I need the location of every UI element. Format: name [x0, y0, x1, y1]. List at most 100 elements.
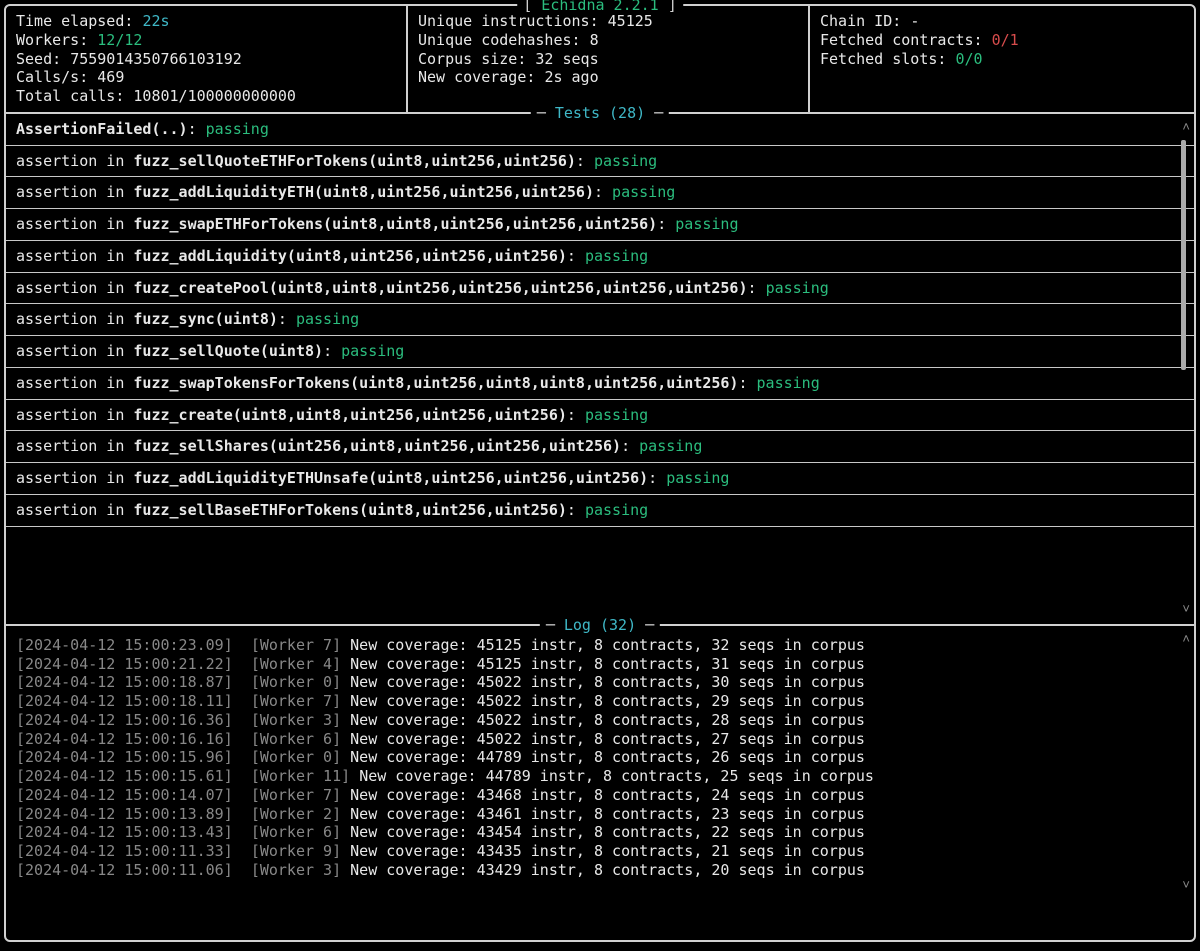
test-row[interactable]: assertion in fuzz_sellQuote(uint8): pass…	[6, 336, 1194, 368]
log-timestamp: [2024-04-12 15:00:14.07]	[16, 786, 251, 804]
corpus-value: 32 seqs	[535, 50, 598, 68]
seed-value: 7559014350766103192	[70, 50, 242, 68]
log-message: New coverage: 43468 instr, 8 contracts, …	[350, 786, 865, 804]
test-status: passing	[206, 120, 269, 138]
test-row[interactable]: assertion in fuzz_swapETHForTokens(uint8…	[6, 209, 1194, 241]
slots-label: Fetched slots:	[820, 50, 946, 68]
test-row[interactable]: assertion in fuzz_addLiquidityETHUnsafe(…	[6, 463, 1194, 495]
tests-list[interactable]: ˄ ˅ AssertionFailed(..): passingassertio…	[6, 114, 1194, 624]
test-name: fuzz_create(uint8,uint8,uint256,uint256,…	[133, 406, 566, 424]
test-prefix: assertion in	[16, 152, 133, 170]
test-prefix: assertion in	[16, 374, 133, 392]
test-row[interactable]: assertion in fuzz_sync(uint8): passing	[6, 304, 1194, 336]
test-status: passing	[675, 215, 738, 233]
log-timestamp: [2024-04-12 15:00:16.16]	[16, 730, 251, 748]
test-prefix: assertion in	[16, 469, 133, 487]
log-timestamp: [2024-04-12 15:00:15.61]	[16, 767, 251, 785]
test-row[interactable]: AssertionFailed(..): passing	[6, 114, 1194, 146]
log-timestamp: [2024-04-12 15:00:11.33]	[16, 842, 251, 860]
log-timestamp: [2024-04-12 15:00:18.11]	[16, 692, 251, 710]
test-row[interactable]: assertion in fuzz_sellQuoteETHForTokens(…	[6, 146, 1194, 178]
test-status: passing	[585, 406, 648, 424]
callsps-value: 469	[97, 68, 124, 86]
log-timestamp: [2024-04-12 15:00:15.96]	[16, 748, 251, 766]
scroll-up-icon[interactable]: ˄	[1182, 632, 1190, 648]
log-line: [2024-04-12 15:00:23.09] [Worker 7] New …	[16, 636, 1184, 655]
test-row[interactable]: assertion in fuzz_sellShares(uint256,uin…	[6, 431, 1194, 463]
log-worker: [Worker 7]	[251, 786, 350, 804]
log-message: New coverage: 43461 instr, 8 contracts, …	[350, 805, 865, 823]
workers-label: Workers:	[16, 31, 88, 49]
log-message: New coverage: 45022 instr, 8 contracts, …	[350, 711, 865, 729]
time-elapsed-label: Time elapsed:	[16, 12, 133, 30]
test-name: fuzz_swapETHForTokens(uint8,uint8,uint25…	[133, 215, 657, 233]
test-row[interactable]: assertion in fuzz_addLiquidity(uint8,uin…	[6, 241, 1194, 273]
contracts-value: 0/1	[992, 31, 1019, 49]
totalcalls-value: 10801/100000000000	[133, 87, 296, 105]
contracts-label: Fetched contracts:	[820, 31, 983, 49]
test-status: passing	[341, 342, 404, 360]
log-worker: [Worker 0]	[251, 673, 350, 691]
log-line: [2024-04-12 15:00:13.89] [Worker 2] New …	[16, 805, 1184, 824]
test-name: AssertionFailed(..)	[16, 120, 188, 138]
test-prefix: assertion in	[16, 406, 133, 424]
test-prefix: assertion in	[16, 247, 133, 265]
stats-row: Time elapsed: 22s Workers: 12/12 Seed: 7…	[6, 6, 1194, 114]
test-status: passing	[594, 152, 657, 170]
test-row[interactable]: assertion in fuzz_sellBaseETHForTokens(u…	[6, 495, 1194, 527]
test-row[interactable]: assertion in fuzz_createPool(uint8,uint8…	[6, 273, 1194, 305]
coverage-label: New coverage:	[418, 68, 535, 86]
test-name: fuzz_sellShares(uint256,uint8,uint256,ui…	[133, 437, 621, 455]
log-worker: [Worker 9]	[251, 842, 350, 860]
log-worker: [Worker 11]	[251, 767, 359, 785]
test-status: passing	[612, 183, 675, 201]
log-line: [2024-04-12 15:00:18.87] [Worker 0] New …	[16, 673, 1184, 692]
seed-label: Seed:	[16, 50, 61, 68]
test-name: fuzz_createPool(uint8,uint8,uint256,uint…	[133, 279, 747, 297]
log-worker: [Worker 3]	[251, 861, 350, 879]
scroll-down-icon[interactable]: ˅	[1182, 878, 1190, 894]
scrollbar-thumb[interactable]	[1181, 140, 1186, 370]
test-prefix: assertion in	[16, 501, 133, 519]
coverage-value: 2s ago	[544, 68, 598, 86]
log-line: [2024-04-12 15:00:11.06] [Worker 3] New …	[16, 861, 1184, 880]
tests-section: ─ Tests (28) ─ ˄ ˅ AssertionFailed(..): …	[6, 114, 1194, 626]
scroll-down-icon[interactable]: ˅	[1182, 602, 1190, 618]
log-line: [2024-04-12 15:00:15.61] [Worker 11] New…	[16, 767, 1184, 786]
log-list[interactable]: ˄ ˅ [2024-04-12 15:00:23.09] [Worker 7] …	[6, 626, 1194, 900]
log-line: [2024-04-12 15:00:11.33] [Worker 9] New …	[16, 842, 1184, 861]
test-name: fuzz_addLiquidityETH(uint8,uint256,uint2…	[133, 183, 594, 201]
test-status: passing	[296, 310, 359, 328]
log-line: [2024-04-12 15:00:13.43] [Worker 6] New …	[16, 823, 1184, 842]
log-section: ─ Log (32) ─ ˄ ˅ [2024-04-12 15:00:23.09…	[6, 626, 1194, 900]
echidna-frame: [ Echidna 2.2.1 ] Time elapsed: 22s Work…	[4, 4, 1196, 942]
slots-value: 0/0	[955, 50, 982, 68]
test-prefix: assertion in	[16, 437, 133, 455]
test-name: fuzz_addLiquidity(uint8,uint256,uint256,…	[133, 247, 566, 265]
log-message: New coverage: 44789 instr, 8 contracts, …	[359, 767, 874, 785]
corpus-label: Corpus size:	[418, 50, 526, 68]
chain-value: -	[910, 12, 919, 30]
log-line: [2024-04-12 15:00:16.16] [Worker 6] New …	[16, 730, 1184, 749]
test-status: passing	[585, 501, 648, 519]
test-row[interactable]: assertion in fuzz_create(uint8,uint8,uin…	[6, 400, 1194, 432]
test-status: passing	[666, 469, 729, 487]
log-timestamp: [2024-04-12 15:00:21.22]	[16, 655, 251, 673]
test-row[interactable]: assertion in fuzz_addLiquidityETH(uint8,…	[6, 177, 1194, 209]
test-status: passing	[585, 247, 648, 265]
test-row[interactable]: assertion in fuzz_swapTokensForTokens(ui…	[6, 368, 1194, 400]
log-line: [2024-04-12 15:00:15.96] [Worker 0] New …	[16, 748, 1184, 767]
log-message: New coverage: 44789 instr, 8 contracts, …	[350, 748, 865, 766]
log-line: [2024-04-12 15:00:18.11] [Worker 7] New …	[16, 692, 1184, 711]
test-prefix: assertion in	[16, 215, 133, 233]
log-worker: [Worker 7]	[251, 636, 350, 654]
log-line: [2024-04-12 15:00:16.36] [Worker 3] New …	[16, 711, 1184, 730]
chain-label: Chain ID:	[820, 12, 901, 30]
log-timestamp: [2024-04-12 15:00:18.87]	[16, 673, 251, 691]
log-message: New coverage: 45125 instr, 8 contracts, …	[350, 655, 865, 673]
scroll-up-icon[interactable]: ˄	[1182, 120, 1190, 136]
test-prefix: assertion in	[16, 310, 133, 328]
log-worker: [Worker 6]	[251, 730, 350, 748]
test-prefix: assertion in	[16, 342, 133, 360]
log-message: New coverage: 43435 instr, 8 contracts, …	[350, 842, 865, 860]
